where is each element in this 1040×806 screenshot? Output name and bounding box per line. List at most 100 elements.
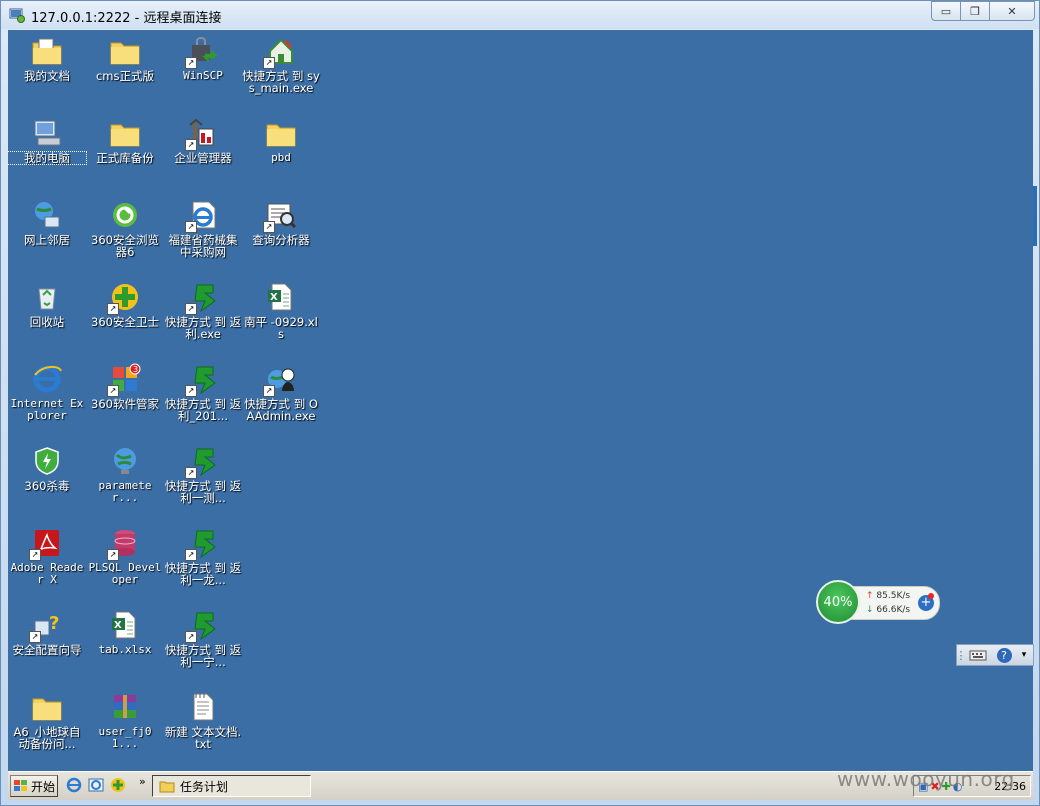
desktop-icon-label: 新建 文本文档.txt — [164, 725, 242, 751]
windows-flag-icon — [14, 780, 27, 791]
desktop-icon-label: 福建省药械集中采购网 — [168, 233, 238, 259]
desktop-icon-label: 快捷方式 到 返利一龙... — [164, 561, 242, 587]
internet-explorer-icon — [31, 363, 63, 395]
langbar-options-icon[interactable]: ▾ — [1017, 650, 1031, 660]
help-glyph: ? — [996, 647, 1012, 663]
shortcut-arrow-icon: ↗ — [263, 57, 275, 69]
remote-desktop-window: 127.0.0.1:2222 - 远程桌面连接 ▭ ❐ ✕ 我的文档我的电脑网上… — [0, 0, 1040, 806]
shortcut-arrow-icon: ↗ — [29, 631, 41, 643]
langbar-grip-icon[interactable]: ⋮ — [956, 649, 967, 662]
desktop-icon[interactable]: ↗ 快捷方式 到 返利一宁... — [164, 607, 242, 668]
desktop-icon-label: user_fj01... — [98, 725, 152, 750]
desktop-icon-label: 网上邻居 — [24, 233, 70, 247]
language-bar[interactable]: ⋮ ? ▾ — [956, 644, 1034, 666]
safeguard-quicklaunch-icon[interactable] — [110, 777, 126, 793]
shortcut-arrow-icon: ↗ — [185, 303, 197, 315]
desktop-icon[interactable]: Xtab.xlsx — [86, 607, 164, 656]
desktop-icon[interactable]: 网上邻居 — [8, 197, 86, 246]
desktop-icon[interactable]: ↗ 快捷方式 到 返利一测... — [164, 443, 242, 504]
desktop-icon[interactable]: ↗ Adobe Reader X — [8, 525, 86, 586]
shortcut-arrow-icon: ↗ — [29, 549, 41, 561]
desktop-icon[interactable]: pbd — [242, 115, 320, 164]
plsql-icon: ↗ — [107, 527, 141, 561]
desktop-icon-label: 360安全浏览器6 — [91, 233, 159, 259]
desktop-icon-label: PLSQL Developer — [88, 561, 162, 586]
network-places-icon — [31, 199, 63, 231]
desktop-icon[interactable]: ↗ WinSCP — [164, 33, 242, 82]
desktop-icon[interactable]: 3 ↗ 360软件管家 — [86, 361, 164, 410]
desktop-icon[interactable]: ↗ 快捷方式 到 sys_main.exe — [242, 33, 320, 94]
desktop-icon[interactable]: ↗ 快捷方式 到 返利一龙... — [164, 525, 242, 586]
keyboard-icon[interactable] — [965, 648, 991, 662]
shortcut-arrow-icon: ↗ — [185, 385, 197, 397]
start-label: 开始 — [31, 779, 56, 794]
desktop-icon[interactable]: ↗ 查询分析器 — [242, 197, 320, 246]
shortcut-arrow-icon: ↗ — [185, 631, 197, 643]
desktop-icon[interactable]: A6_小地球自动备份问... — [8, 689, 86, 750]
desktop-icon[interactable]: ? ↗ 安全配置向导 — [8, 607, 86, 656]
watermark: www.wooyun.org — [837, 767, 1015, 791]
desktop-icon[interactable]: 我的电脑 — [8, 115, 87, 165]
desktop-icon[interactable]: ↗ 企业管理器 — [164, 115, 242, 164]
desktop-icon[interactable]: ↗ 360安全卫士 — [86, 279, 164, 328]
start-button[interactable]: 开始 — [10, 775, 58, 797]
desktop-icon[interactable]: 回收站 — [8, 279, 86, 328]
green-arrow-icon: ↗ — [185, 527, 219, 561]
shortcut-arrow-icon: ↗ — [185, 549, 197, 561]
upload-speed: ↑ 85.5K/s — [866, 591, 910, 601]
svg-text:X: X — [270, 292, 278, 303]
desktop-icon-label: 我的电脑 — [8, 151, 87, 165]
safeguard-360-icon: ↗ — [107, 281, 141, 315]
desktop-icon-label: 企业管理器 — [174, 151, 232, 165]
desktop-icon[interactable]: ↗ 福建省药械集中采购网 — [164, 197, 242, 258]
window-titlebar[interactable]: 127.0.0.1:2222 - 远程桌面连接 ▭ ❐ ✕ — [1, 1, 1039, 29]
green-arrow-icon: ↗ — [185, 609, 219, 643]
quicklaunch-chevron[interactable]: » — [139, 775, 146, 788]
svg-text:X: X — [114, 620, 122, 631]
desktop-icon[interactable]: cms正式版 — [86, 33, 164, 82]
desktop-icon[interactable]: X 南平 -0929.xls — [242, 279, 320, 340]
remote-desktop-area[interactable]: 我的文档我的电脑网上邻居回收站 Internet Explorer 360杀毒 ↗ Ad… — [8, 30, 1033, 771]
shortcut-arrow-icon: ↗ — [107, 303, 119, 315]
desktop-icon[interactable]: ↗ 快捷方式 到 返利.exe — [164, 279, 242, 340]
shortcut-arrow-icon: ↗ — [107, 549, 119, 561]
desktop-icon-label: WinSCP — [183, 69, 223, 82]
desktop-icon[interactable]: Internet Explorer — [8, 361, 86, 422]
minimize-button[interactable]: ▭ — [931, 1, 961, 21]
desktop-icon-label: 快捷方式 到 返利.exe — [164, 315, 242, 341]
security-wizard-icon: ? ↗ — [29, 609, 63, 643]
network-speed-widget[interactable]: 40% ↑ 85.5K/s ↓ 66.6K/s + — [816, 580, 940, 624]
desktop-icon[interactable]: user_fj01... — [86, 689, 164, 750]
oa-admin-icon: ↗ — [263, 363, 297, 397]
download-speed-value: 66.6K/s — [876, 605, 911, 615]
task-label: 任务计划 — [180, 779, 229, 794]
restore-button[interactable]: ❐ — [960, 1, 990, 21]
memory-percent-ball[interactable]: 40% — [816, 580, 860, 624]
window-title: 127.0.0.1:2222 - 远程桌面连接 — [31, 11, 222, 26]
desktop-icon[interactable]: 我的文档 — [8, 33, 86, 82]
house-app-icon: ↗ — [263, 35, 297, 69]
desktop-icon[interactable]: 正式库备份 — [86, 115, 164, 164]
taskbar-item-task-scheduler[interactable]: 任务计划 — [152, 775, 311, 797]
desktop-icon[interactable]: 360杀毒 — [8, 443, 86, 492]
desktop-icon-label: 正式库备份 — [96, 151, 154, 165]
desktop-icon-label: 快捷方式 到 OAAdmin.exe — [244, 397, 318, 423]
desktop-icon[interactable]: ↗ 快捷方式 到 返利_201... — [164, 361, 242, 422]
enterprise-manager-icon: ↗ — [185, 117, 219, 151]
desktop-icon[interactable]: ↗ 快捷方式 到 OAAdmin.exe — [242, 361, 320, 422]
desktop-icon-label: 快捷方式 到 返利一测... — [164, 479, 242, 505]
shortcut-arrow-icon: ↗ — [185, 467, 197, 479]
desktop-icon-label: 南平 -0929.xls — [244, 315, 318, 341]
browser-quicklaunch-icon[interactable] — [88, 777, 104, 793]
close-button[interactable]: ✕ — [989, 1, 1035, 21]
scroll-indicator — [1033, 186, 1037, 246]
help-icon[interactable]: ? — [991, 647, 1017, 663]
shortcut-arrow-icon: ↗ — [263, 385, 275, 397]
desktop-icon[interactable]: ↗ PLSQL Developer — [86, 525, 164, 586]
upload-arrow-icon: ↑ — [866, 591, 874, 601]
desktop-icon[interactable]: parameter... — [86, 443, 164, 504]
ie-quicklaunch-icon[interactable] — [66, 777, 82, 793]
desktop-icon[interactable]: 360安全浏览器6 — [86, 197, 164, 258]
desktop-icon[interactable]: 新建 文本文档.txt — [164, 689, 242, 750]
download-speed: ↓ 66.6K/s — [866, 605, 910, 615]
